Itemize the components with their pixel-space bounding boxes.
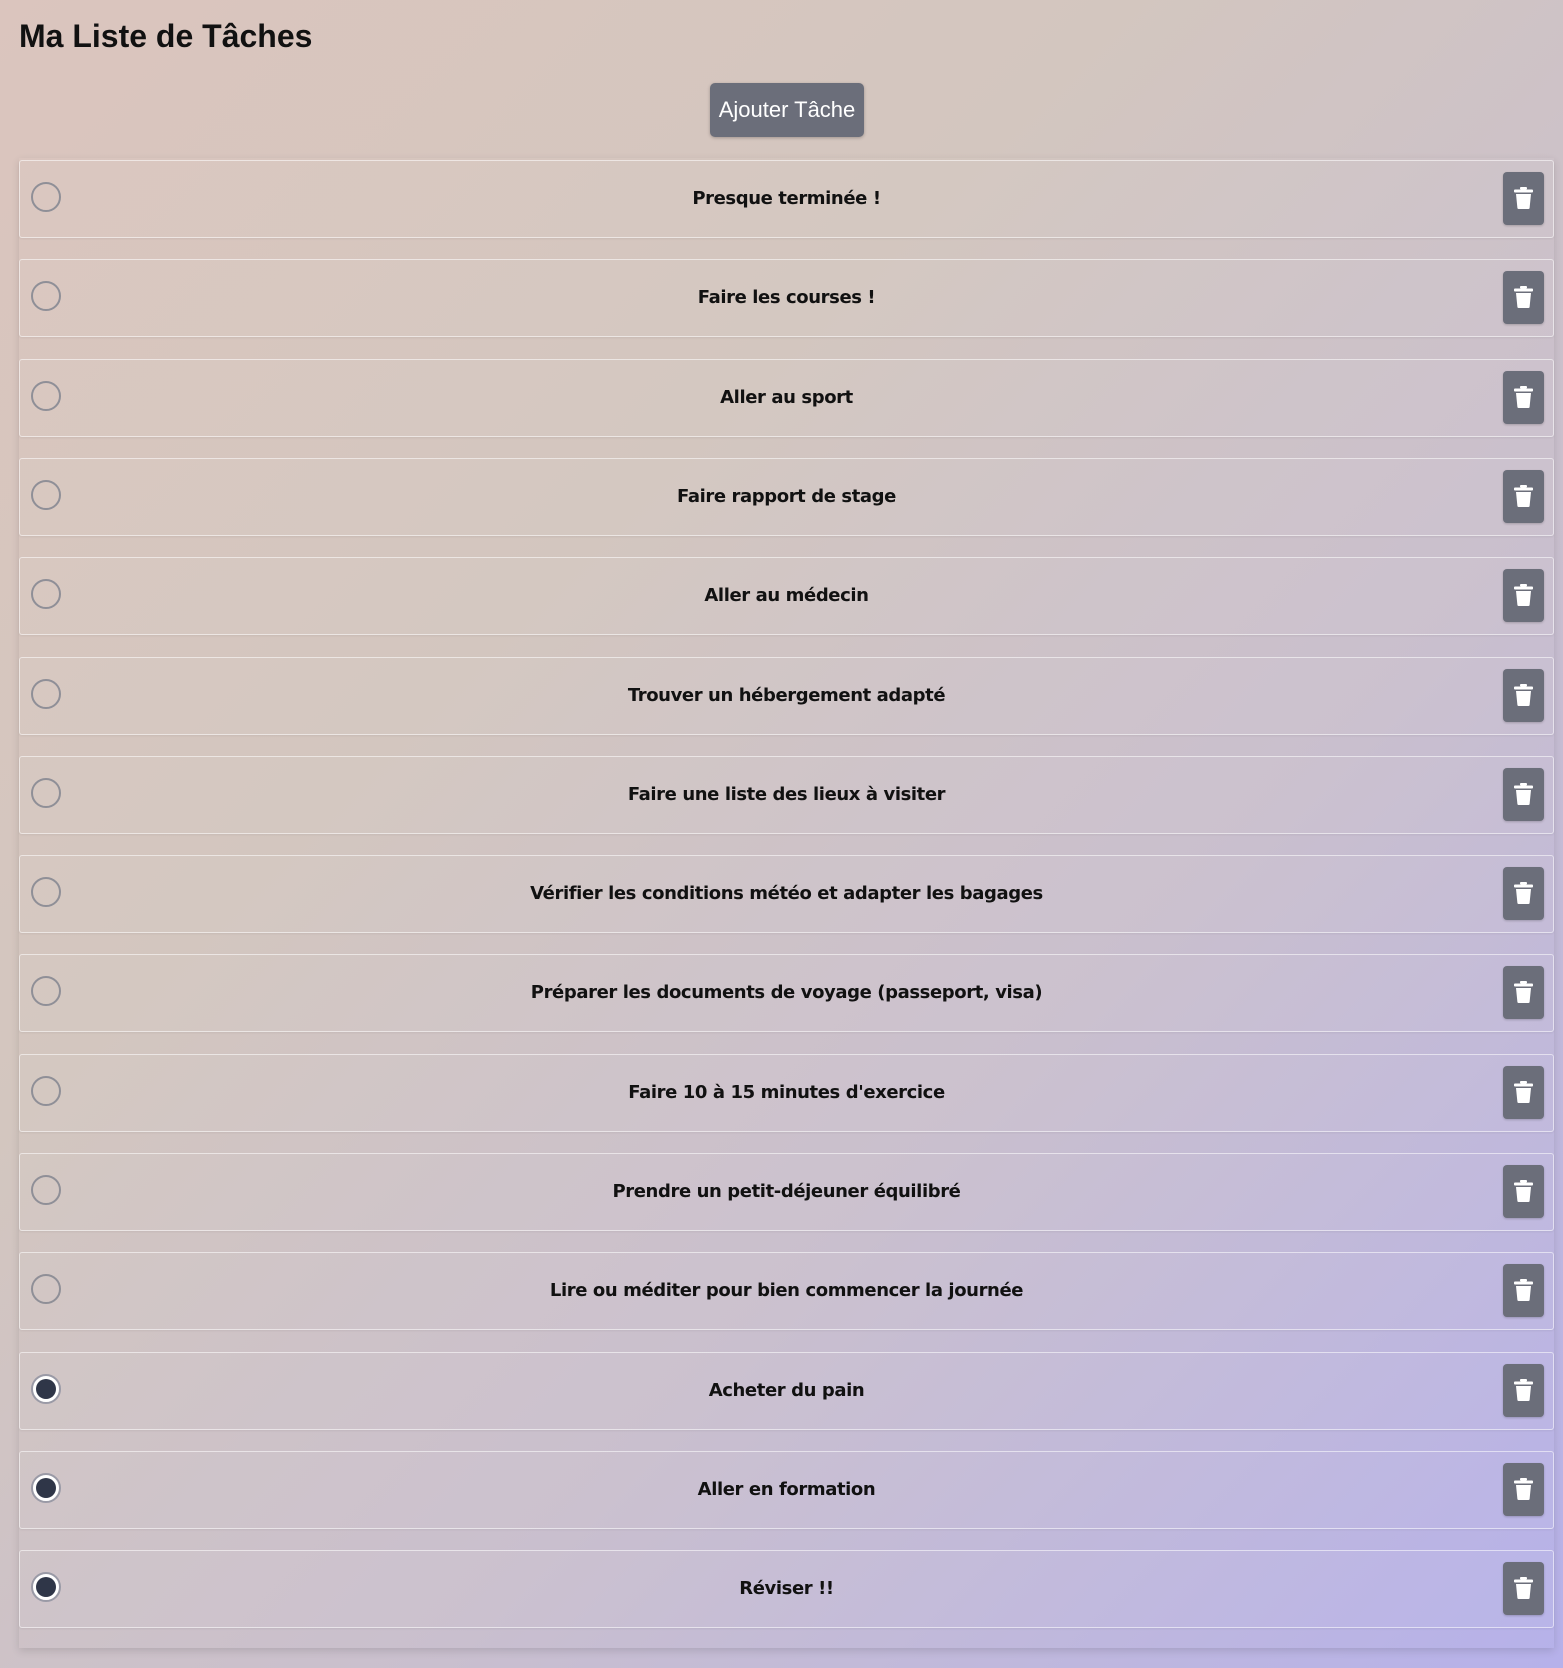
add-task-button[interactable]: Ajouter Tâche [710,83,864,137]
task-item: Lire ou méditer pour bien commencer la j… [19,1252,1554,1330]
task-label: Presque terminée ! [692,188,881,209]
task-label: Acheter du pain [708,1380,865,1401]
delete-task-button[interactable] [1503,569,1544,622]
delete-task-button[interactable] [1503,1165,1544,1218]
task-checkbox[interactable] [31,1274,61,1304]
task-item: Trouver un hébergement adapté [19,657,1554,735]
task-label: Réviser !! [739,1578,834,1599]
task-label: Aller en formation [697,1479,876,1500]
delete-task-button[interactable] [1503,1066,1544,1119]
delete-task-button[interactable] [1503,1463,1544,1516]
task-checkbox[interactable] [31,480,61,510]
delete-task-button[interactable] [1503,1264,1544,1317]
task-checkbox[interactable] [31,976,61,1006]
task-label: Aller au sport [720,387,853,408]
delete-task-button[interactable] [1503,1562,1544,1615]
task-item: Aller au médecin [19,557,1554,635]
task-checkbox[interactable] [31,877,61,907]
task-item: Acheter du pain [19,1352,1554,1430]
page-title: Ma Liste de Tâches [19,18,313,54]
task-item: Faire les courses ! [19,259,1554,337]
delete-task-button[interactable] [1503,470,1544,523]
delete-task-button[interactable] [1503,371,1544,424]
task-item: Préparer les documents de voyage (passep… [19,954,1554,1032]
task-label: Faire 10 à 15 minutes d'exercice [628,1082,945,1103]
task-label: Trouver un hébergement adapté [627,685,946,706]
task-list-panel: Presque terminée ! Faire les courses ! All… [19,158,1554,1648]
task-label: Vérifier les conditions météo et adapter… [530,883,1043,904]
task-checkbox-checked[interactable] [31,1374,61,1404]
task-item: Faire 10 à 15 minutes d'exercice [19,1054,1554,1132]
task-item: Aller en formation [19,1451,1554,1529]
task-label: Faire une liste des lieux à visiter [627,784,946,805]
task-checkbox[interactable] [31,679,61,709]
task-item: Aller au sport [19,359,1554,437]
delete-task-button[interactable] [1503,669,1544,722]
delete-task-button[interactable] [1503,1364,1544,1417]
delete-task-button[interactable] [1503,172,1544,225]
task-item: Réviser !! [19,1550,1554,1628]
delete-task-button[interactable] [1503,271,1544,324]
delete-task-button[interactable] [1503,966,1544,1019]
task-checkbox[interactable] [31,579,61,609]
task-checkbox-checked[interactable] [31,1572,61,1602]
task-checkbox[interactable] [31,281,61,311]
task-label: Faire rapport de stage [677,486,896,507]
task-checkbox[interactable] [31,1076,61,1106]
task-checkbox[interactable] [31,381,61,411]
task-item: Prendre un petit-déjeuner équilibré [19,1153,1554,1231]
task-item: Vérifier les conditions météo et adapter… [19,855,1554,933]
task-checkbox-checked[interactable] [31,1473,61,1503]
task-item: Faire une liste des lieux à visiter [19,756,1554,834]
task-item: Presque terminée ! [19,160,1554,238]
task-label: Préparer les documents de voyage (passep… [530,982,1043,1003]
delete-task-button[interactable] [1503,867,1544,920]
task-item: Faire rapport de stage [19,458,1554,536]
task-checkbox[interactable] [31,778,61,808]
delete-task-button[interactable] [1503,768,1544,821]
task-label: Lire ou méditer pour bien commencer la j… [549,1280,1024,1301]
task-label: Aller au médecin [704,585,869,606]
task-label: Faire les courses ! [697,287,876,308]
task-checkbox[interactable] [31,1175,61,1205]
task-label: Prendre un petit-déjeuner équilibré [612,1181,961,1202]
task-checkbox[interactable] [31,182,61,212]
